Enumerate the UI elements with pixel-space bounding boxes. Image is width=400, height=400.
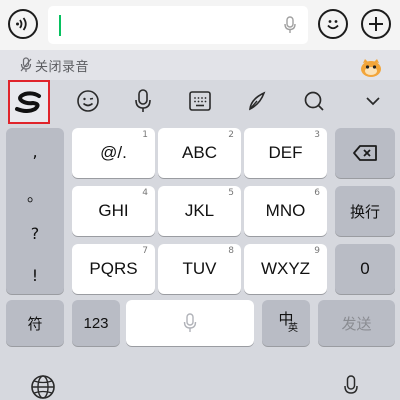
keyboard-toolbar-button[interactable] [183, 84, 217, 118]
punctuation-exclamation[interactable]: ! [6, 266, 64, 285]
key-4[interactable]: 4 GHI [72, 186, 155, 236]
key-5[interactable]: 5 JKL [158, 186, 241, 236]
key-6-label: MNO [265, 201, 306, 220]
language-sub-label: 英 [288, 323, 298, 334]
key-2-number: 2 [228, 130, 234, 140]
key-3[interactable]: 3 DEF [244, 128, 327, 178]
key-6-number: 6 [314, 188, 320, 198]
voice-toolbar-button[interactable] [126, 84, 160, 118]
close-recording-label[interactable]: 关闭录音 [35, 56, 89, 75]
key-1-label: @/. [100, 143, 127, 162]
sogou-logo-button[interactable] [8, 80, 50, 124]
key-4-label: GHI [98, 201, 129, 220]
key-1-number: 1 [142, 130, 148, 140]
microphone-icon[interactable] [284, 16, 296, 34]
chevron-down-icon [366, 97, 380, 106]
key-3-label: DEF [268, 143, 303, 162]
keyboard-icon [189, 91, 211, 111]
key-8-number: 8 [228, 246, 234, 256]
emoji-toolbar-button[interactable] [71, 84, 105, 118]
skin-mascot-icon[interactable] [360, 58, 382, 78]
more-button[interactable] [361, 9, 391, 39]
key-7[interactable]: 7 PQRS [72, 244, 155, 294]
keyboard-toolbar [0, 80, 400, 122]
emoji-icon [327, 20, 339, 30]
newline-key[interactable]: 换行 [335, 186, 395, 236]
dictation-icon[interactable] [343, 374, 359, 400]
language-switch-key[interactable]: 中 英 [262, 300, 310, 346]
search-toolbar-button[interactable] [297, 84, 331, 118]
system-bottom-strip [0, 348, 400, 400]
punctuation-column: , 。 ? ! [6, 128, 64, 294]
key-9[interactable]: 9 WXYZ [244, 244, 327, 294]
voice-mode-button[interactable] [8, 9, 38, 39]
smile-icon [77, 90, 99, 112]
send-key[interactable]: 发送 [318, 300, 395, 346]
key-5-label: JKL [184, 201, 215, 220]
pen-icon [249, 91, 266, 111]
sogou-s-icon [15, 91, 41, 113]
delete-key[interactable] [335, 128, 395, 178]
backspace-icon [353, 145, 377, 161]
zero-key-label: 0 [360, 259, 370, 278]
key-6[interactable]: 6 MNO [244, 186, 327, 236]
numbers-key-label: 123 [83, 314, 109, 332]
message-input[interactable] [48, 6, 308, 44]
key-8[interactable]: 8 TUV [158, 244, 241, 294]
send-key-label: 发送 [341, 314, 372, 333]
key-9-number: 9 [314, 246, 320, 256]
plus-icon [369, 17, 383, 31]
key-5-number: 5 [228, 188, 234, 198]
mic-off-icon [20, 57, 32, 72]
punctuation-period[interactable]: 。 [6, 182, 64, 206]
microphone-icon [135, 89, 151, 112]
voice-status-row: 关闭录音 [0, 50, 400, 80]
emoji-button[interactable] [318, 9, 348, 39]
text-caret [59, 15, 61, 36]
globe-icon[interactable] [30, 374, 56, 400]
newline-key-label: 换行 [349, 202, 380, 221]
key-7-number: 7 [142, 246, 148, 256]
key-2[interactable]: 2 ABC [158, 128, 241, 178]
key-3-number: 3 [314, 130, 320, 140]
handwriting-toolbar-button[interactable] [240, 84, 274, 118]
key-9-label: WXYZ [260, 259, 311, 278]
punctuation-question[interactable]: ? [6, 224, 64, 243]
symbols-key[interactable]: 符 [6, 300, 64, 346]
collapse-toolbar-button[interactable] [356, 84, 390, 118]
microphone-icon [183, 313, 197, 332]
punctuation-comma[interactable]: , [6, 142, 64, 161]
numbers-key[interactable]: 123 [72, 300, 120, 346]
key-8-label: TUV [182, 259, 217, 278]
key-7-label: PQRS [89, 259, 138, 278]
symbols-key-label: 符 [27, 314, 43, 333]
key-4-number: 4 [142, 188, 148, 198]
key-1[interactable]: 1 @/. [72, 128, 155, 178]
chat-input-bar [0, 0, 400, 50]
voice-input-icon [16, 17, 27, 31]
search-icon [304, 91, 324, 111]
zero-key[interactable]: 0 [335, 244, 395, 294]
key-2-label: ABC [182, 143, 217, 162]
space-key[interactable] [126, 300, 254, 346]
